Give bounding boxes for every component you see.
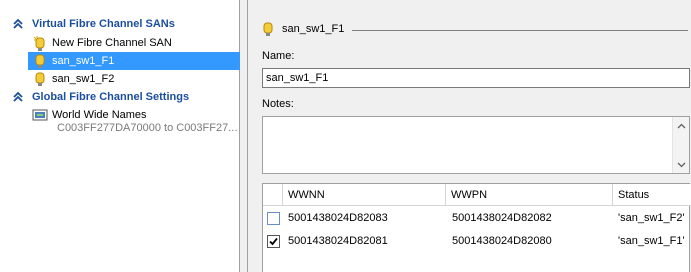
wwpn-cell: 5001438024D82082 xyxy=(452,212,552,224)
tree-item-label: san_sw1_F2 xyxy=(52,73,115,85)
grid-header-status[interactable]: Status xyxy=(613,184,691,206)
section-header-global-settings[interactable]: Global Fibre Channel Settings xyxy=(0,88,240,106)
wwn-grid: WWNN WWPN Status 5001438024D82083 500143… xyxy=(262,183,691,272)
tree-item-san-sw1-f2[interactable]: san_sw1_F2 xyxy=(32,70,114,88)
notes-label: Notes: xyxy=(262,98,294,110)
section-title-virtual-sans: Virtual Fibre Channel SANs xyxy=(32,18,175,30)
wwn-range-text: C003FF277DA70000 to C003FF27... xyxy=(57,122,238,134)
checkmark-icon xyxy=(269,237,278,246)
world-wide-names-icon xyxy=(32,109,48,121)
notes-scrollbar[interactable] xyxy=(672,117,689,173)
new-san-icon xyxy=(33,36,45,51)
san-switch-icon xyxy=(263,22,273,36)
tree-item-new-san[interactable]: New Fibre Channel SAN xyxy=(32,34,172,52)
tree-pane: Virtual Fibre Channel SANs New Fibre Cha… xyxy=(0,0,240,272)
pane-splitter[interactable] xyxy=(240,0,248,272)
section-title-global-settings: Global Fibre Channel Settings xyxy=(32,91,190,103)
tree-item-san-sw1-f1[interactable]: san_sw1_F1 xyxy=(28,52,240,70)
status-cell: 'san_sw1_F1' xyxy=(618,235,685,247)
row-checkbox[interactable] xyxy=(267,235,280,248)
scroll-up-arrow-icon[interactable] xyxy=(673,117,689,134)
section-header-virtual-sans[interactable]: Virtual Fibre Channel SANs xyxy=(0,15,240,33)
chevron-up-icon[interactable] xyxy=(12,91,24,103)
status-cell: 'san_sw1_F2' xyxy=(618,212,685,224)
name-field[interactable]: san_sw1_F1 xyxy=(262,68,690,88)
row-checkbox[interactable] xyxy=(267,212,280,225)
chevron-up-icon[interactable] xyxy=(12,18,24,30)
wwnn-cell: 5001438024D82081 xyxy=(288,235,388,247)
tree-item-label: san_sw1_F1 xyxy=(52,55,115,67)
grid-header-wwnn[interactable]: WWNN xyxy=(283,184,446,206)
grid-header-wwpn[interactable]: WWPN xyxy=(446,184,613,206)
detail-header: san_sw1_F1 xyxy=(260,20,688,38)
tree-item-label: World Wide Names xyxy=(52,109,147,121)
tree-item-label: New Fibre Channel SAN xyxy=(52,37,172,49)
san-switch-icon xyxy=(35,72,45,86)
detail-pane: san_sw1_F1 Name: san_sw1_F1 Notes: WWNN … xyxy=(248,0,691,272)
scroll-down-arrow-icon[interactable] xyxy=(673,156,689,173)
wwpn-cell: 5001438024D82080 xyxy=(452,235,552,247)
notes-field[interactable] xyxy=(262,116,690,174)
grid-header-check xyxy=(263,184,283,206)
detail-title: san_sw1_F1 xyxy=(282,23,345,35)
header-divider xyxy=(352,29,688,31)
wwnn-cell: 5001438024D82083 xyxy=(288,212,388,224)
name-label: Name: xyxy=(262,50,295,62)
san-switch-icon xyxy=(35,54,45,68)
